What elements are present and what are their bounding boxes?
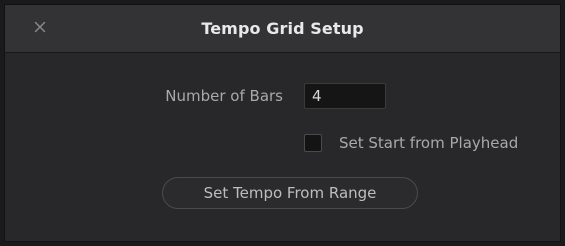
set-start-from-playhead-checkbox[interactable]: [304, 134, 322, 152]
number-of-bars-input[interactable]: [304, 83, 386, 109]
dialog-title: Tempo Grid Setup: [201, 19, 364, 38]
tempo-grid-setup-dialog: Tempo Grid Setup Number of Bars Set Star…: [4, 4, 561, 242]
set-start-from-playhead-label: Set Start from Playhead: [339, 134, 519, 152]
set-tempo-from-range-button[interactable]: Set Tempo From Range: [162, 177, 418, 209]
dialog-titlebar: Tempo Grid Setup: [5, 5, 560, 53]
set-start-from-playhead-option[interactable]: Set Start from Playhead: [304, 133, 518, 153]
number-of-bars-label: Number of Bars: [165, 87, 283, 105]
